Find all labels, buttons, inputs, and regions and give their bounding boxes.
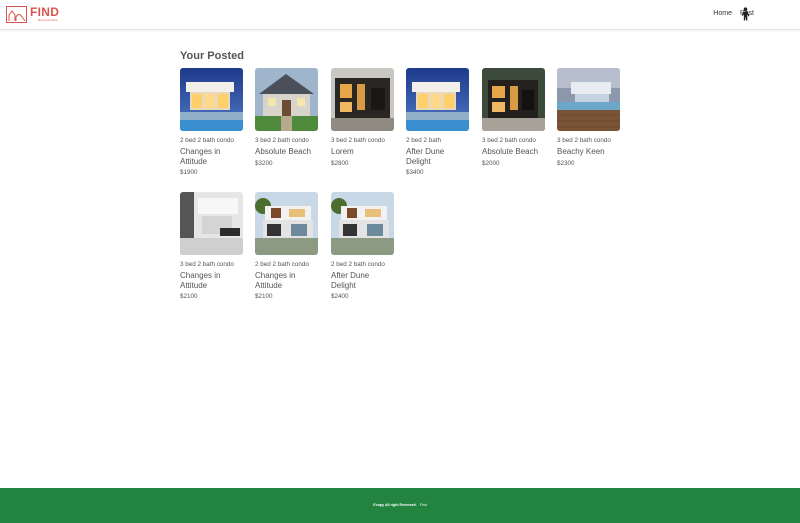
top-navbar: FIND find your home Home Post — [0, 0, 800, 30]
listing-card[interactable]: 3 bed 2 bath condo Beachy Keen $2300 — [557, 68, 621, 167]
modern-villa-pool-photo[interactable] — [406, 68, 469, 131]
listing-price: $2400 — [331, 293, 349, 300]
listing-subtitle: 2 bed 2 bath condo — [255, 261, 309, 268]
dark-modern-house-photo[interactable] — [331, 68, 394, 131]
listing-price: $2100 — [255, 293, 273, 300]
nav-home-link[interactable]: Home — [713, 10, 732, 17]
listing-card[interactable]: 2 bed 2 bath After Dune Delight $3400 — [406, 68, 470, 176]
page-footer: Ecopy All right Reversed. Find — [0, 488, 800, 523]
listing-price: $2300 — [557, 159, 575, 167]
footer-copyright: Ecopy All right Reversed. Find — [0, 503, 800, 507]
listing-card[interactable]: 2 bed 2 bath condo Changes in Attitude $… — [180, 68, 244, 176]
footer-brand-link[interactable]: Find — [420, 503, 427, 507]
brand-name: FIND — [30, 5, 60, 19]
listing-card[interactable]: 3 bed 2 bath condo Absolute Beach $3200 — [255, 68, 319, 167]
user-silhouette-icon[interactable] — [741, 7, 752, 21]
house-outline-icon — [6, 6, 27, 23]
modern-two-storey-house-photo[interactable] — [331, 192, 394, 255]
listing-title[interactable]: Absolute Beach — [482, 147, 546, 157]
listing-title[interactable]: Changes in Attitude — [180, 147, 244, 166]
listing-price: $2000 — [482, 159, 500, 167]
listing-subtitle: 3 bed 2 bath condo — [331, 137, 385, 144]
listing-card[interactable]: 3 bed 2 bath condo Changes in Attitude $… — [180, 192, 244, 300]
listing-subtitle: 3 bed 2 bath condo — [557, 137, 611, 144]
footer-copyright-text: Ecopy All right Reversed. — [373, 503, 417, 507]
listing-card[interactable]: 2 bed 2 bath condo After Dune Delight $2… — [331, 192, 395, 300]
dark-modern-house-photo[interactable] — [482, 68, 545, 131]
listing-price: $2800 — [331, 159, 349, 167]
listing-price: $3400 — [406, 169, 424, 176]
modern-villa-pool-photo[interactable] — [180, 68, 243, 131]
brand-tagline: find your home — [38, 18, 58, 22]
listing-title[interactable]: After Dune Delight — [406, 147, 470, 166]
listing-title[interactable]: Lorem — [331, 147, 395, 157]
brand-logo[interactable]: FIND find your home — [6, 6, 59, 23]
listing-card[interactable]: 3 bed 2 bath condo Lorem $2800 — [331, 68, 395, 167]
listing-subtitle: 2 bed 2 bath — [406, 137, 442, 144]
listing-subtitle: 3 bed 2 bath condo — [180, 261, 234, 268]
listing-price: $3200 — [255, 159, 273, 167]
listing-price: $1900 — [180, 169, 198, 176]
craftsman-house-photo[interactable] — [255, 68, 318, 131]
listing-price: $2100 — [180, 293, 198, 300]
listing-card[interactable]: 3 bed 2 bath condo Absolute Beach $2000 — [482, 68, 546, 167]
listing-title[interactable]: Changes in Attitude — [180, 271, 244, 290]
listing-card[interactable]: 2 bed 2 bath condo Changes in Attitude $… — [255, 192, 319, 300]
listing-subtitle: 2 bed 2 bath condo — [331, 261, 385, 268]
posted-listings-section: Your Posted 2 bed 2 bath condo Changes i… — [180, 50, 630, 300]
modern-two-storey-house-photo[interactable] — [255, 192, 318, 255]
beach-house-deck-photo[interactable] — [557, 68, 620, 131]
listing-subtitle: 2 bed 2 bath condo — [180, 137, 234, 144]
listing-subtitle: 3 bed 2 bath condo — [482, 137, 536, 144]
listing-subtitle: 3 bed 2 bath condo — [255, 137, 309, 144]
listing-title[interactable]: After Dune Delight — [331, 271, 395, 290]
listing-title[interactable]: Absolute Beach — [255, 147, 319, 157]
listing-title[interactable]: Changes in Attitude — [255, 271, 319, 290]
page-title: Your Posted — [180, 50, 244, 62]
white-interior-photo[interactable] — [180, 192, 243, 255]
listing-title[interactable]: Beachy Keen — [557, 147, 621, 157]
